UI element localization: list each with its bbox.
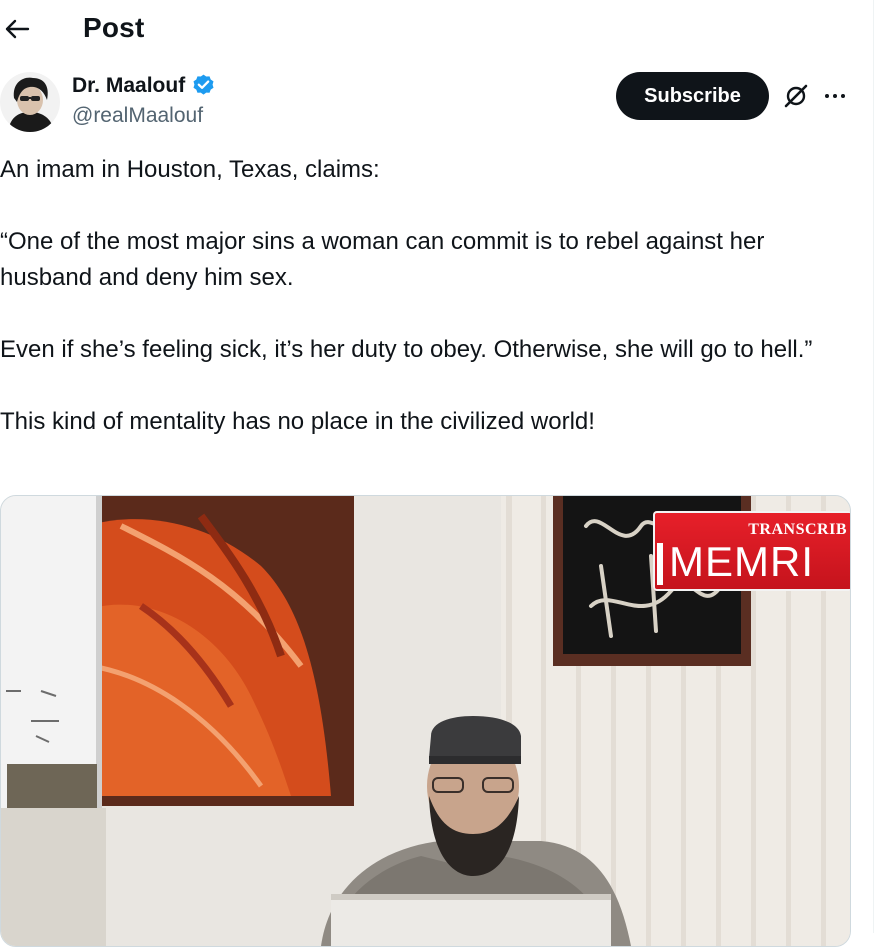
memri-badge-top-text: TRANSCRIB: [748, 521, 847, 538]
post-paragraph: This kind of mentality has no place in t…: [0, 408, 595, 435]
video-thumbnail[interactable]: TRANSCRIB MEMRI: [0, 495, 851, 947]
author-name[interactable]: Dr. Maalouf: [72, 73, 216, 98]
post-paragraph: An imam in Houston, Texas, claims:: [0, 156, 380, 183]
avatar[interactable]: [0, 72, 60, 132]
post-paragraph: Even if she’s feeling sick, it’s her dut…: [0, 336, 813, 363]
author-handle[interactable]: @realMaalouf: [72, 104, 203, 128]
back-button[interactable]: [0, 10, 34, 48]
memri-badge-bar: [657, 543, 663, 585]
column-divider: [873, 0, 874, 933]
whiteboard: [1, 496, 106, 946]
memri-badge-main-text: MEMRI: [669, 538, 814, 585]
grok-icon: [784, 84, 808, 108]
grok-button[interactable]: [780, 80, 812, 112]
post-paragraph: “One of the most major sins a woman can …: [0, 228, 765, 291]
arrow-left-icon: [5, 19, 30, 39]
page-title: Post: [83, 12, 145, 43]
avatar-image: [0, 72, 60, 132]
more-horizontal-icon: [825, 94, 845, 98]
verified-badge-icon: [191, 73, 216, 98]
subscribe-button[interactable]: Subscribe: [616, 72, 769, 120]
memri-watermark-badge: TRANSCRIB MEMRI: [653, 511, 850, 591]
author-name-text: Dr. Maalouf: [72, 73, 186, 97]
more-button[interactable]: [820, 80, 850, 112]
top-bar: Post: [0, 0, 874, 60]
post-text: An imam in Houston, Texas, claims: “One …: [0, 152, 860, 440]
